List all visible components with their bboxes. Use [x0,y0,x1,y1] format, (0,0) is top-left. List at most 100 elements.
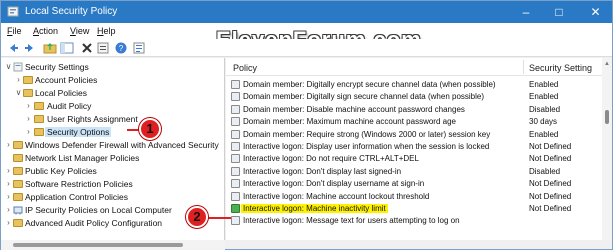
policy-icon [231,204,240,213]
policy-name: Interactive logon: Machine account locko… [243,191,430,201]
tree-item-security-settings[interactable]: ∨ Security Settings [1,61,224,73]
scroll-up-arrow-icon[interactable]: ▲ [603,60,611,68]
title-bar[interactable]: Local Security Policy – □ ✕ [1,1,612,23]
menu-view[interactable]: View [70,26,89,36]
tree-item-software-restriction[interactable]: › Software Restriction Policies [1,178,224,190]
tree-item-account-policies[interactable]: › Account Policies [1,74,224,86]
window-title: Local Security Policy [25,6,118,17]
tree-item-public-key-policies[interactable]: › Public Key Policies [1,165,224,177]
tree-horizontal-scrollbar[interactable] [1,240,225,250]
policy-setting: Not Defined [529,191,572,201]
tree-item-security-options[interactable]: › Security Options [1,126,224,138]
tree-item-application-control[interactable]: › Application Control Policies [1,191,224,203]
policy-list: Policy Security Setting Domain member: D… [226,58,612,240]
expand-icon[interactable]: › [24,114,33,124]
export-list-icon[interactable] [132,41,146,55]
policy-row[interactable]: Domain member: Disable machine account p… [226,104,602,115]
policy-setting: Disabled [529,104,561,114]
policy-setting: Disabled [529,166,561,176]
folder-icon [13,180,23,188]
expand-icon[interactable]: › [24,127,33,137]
show-hide-tree-icon[interactable] [60,41,74,55]
expand-icon[interactable]: › [24,101,33,111]
delete-icon[interactable] [80,41,94,55]
policy-name: Domain member: Digitally sign secure cha… [243,92,485,102]
policy-setting: 30 days [529,117,558,127]
tree-item-audit-policy[interactable]: › Audit Policy [1,100,224,112]
tree-item-user-rights-assignment[interactable]: › User Rights Assignment [1,113,224,125]
column-header-security-setting[interactable]: Security Setting [529,63,592,73]
policy-row[interactable]: Interactive logon: Message text for user… [226,215,602,226]
tree-item-local-policies[interactable]: ∨ Local Policies [1,87,224,99]
policy-name: Interactive logon: Machine inactivity li… [241,204,388,213]
column-divider[interactable] [523,60,524,74]
menu-file[interactable]: File [7,26,22,36]
expand-icon[interactable]: › [4,205,13,215]
folder-icon [13,219,23,227]
expand-icon[interactable]: › [4,140,13,150]
policy-row[interactable]: Domain member: Digitally encrypt secure … [226,79,602,90]
policy-icon [231,104,240,114]
scrollbar-thumb[interactable] [13,243,183,247]
tree-item-label: Windows Defender Firewall with Advanced … [25,140,219,150]
policy-row[interactable]: Domain member: Digitally sign secure cha… [226,91,602,102]
security-settings-icon [13,62,23,72]
expand-icon[interactable]: › [14,75,23,85]
toolbar: ? [1,39,612,57]
folder-icon [13,193,23,201]
tree-item-windows-defender-firewall[interactable]: › Windows Defender Firewall with Advance… [1,139,224,151]
tree-item-label: Advanced Audit Policy Configuration [25,218,163,228]
properties-icon[interactable] [96,41,110,55]
policy-row[interactable]: Domain member: Maximum machine account p… [226,116,602,127]
menu-help[interactable]: Help [97,26,116,36]
policy-row[interactable]: Interactive logon: Don't display usernam… [226,178,602,189]
policy-name: Interactive logon: Display user informat… [243,142,490,151]
list-vertical-scrollbar[interactable]: ▲ [602,58,612,240]
tree-item-label: Network List Manager Policies [25,153,140,163]
column-header-policy[interactable]: Policy [233,63,257,73]
help-icon[interactable]: ? [114,41,128,55]
policy-icon [231,80,240,89]
policy-icon [231,117,240,127]
expand-icon[interactable]: › [4,192,13,202]
folder-icon [34,128,44,136]
back-icon[interactable] [6,41,20,55]
tree-item-label: Public Key Policies [25,166,97,176]
forward-icon[interactable] [23,41,37,55]
policy-row[interactable]: Domain member: Require strong (Windows 2… [226,129,602,140]
policy-row[interactable]: Interactive logon: Display user informat… [226,141,602,152]
policy-icon [231,191,240,201]
tree-item-label: Security Options [45,127,112,137]
tree-item-label: Security Settings [25,62,89,72]
tree-item-label: Audit Policy [47,101,92,111]
folder-icon [34,102,44,110]
ip-security-icon [13,206,23,215]
policy-row[interactable]: Interactive logon: Machine account locko… [226,191,602,202]
policy-setting: Enabled [529,92,559,102]
policy-icon [231,154,240,164]
tree-item-label: Local Policies [35,88,87,98]
expand-icon[interactable]: › [4,166,13,176]
policy-row[interactable]: Interactive logon: Machine inactivity li… [226,203,602,214]
up-folder-icon[interactable] [43,41,57,55]
maximize-button[interactable]: □ [544,1,574,23]
minimize-button[interactable]: – [511,1,541,23]
collapse-icon[interactable]: ∨ [14,88,23,98]
close-button[interactable]: ✕ [579,1,612,23]
menu-action[interactable]: Action [33,26,58,36]
policy-row[interactable]: Interactive logon: Do not require CTRL+A… [226,153,602,164]
expand-icon[interactable]: › [4,179,13,189]
collapse-icon[interactable]: ∨ [4,62,13,72]
policy-row[interactable]: Interactive logon: Don't display last si… [226,166,602,177]
folder-icon [13,167,23,175]
tree-item-network-list-manager[interactable]: Network List Manager Policies [1,152,224,164]
security-policy-icon [7,6,19,17]
policy-icon [231,216,240,226]
scrollbar-thumb[interactable] [605,110,609,124]
policy-icon [231,142,240,151]
callout-badge-2: 2 [186,206,208,228]
policy-setting: Not Defined [529,142,572,151]
expand-icon[interactable]: › [4,218,13,228]
folder-icon [13,154,23,162]
tree-item-label: User Rights Assignment [47,114,138,124]
